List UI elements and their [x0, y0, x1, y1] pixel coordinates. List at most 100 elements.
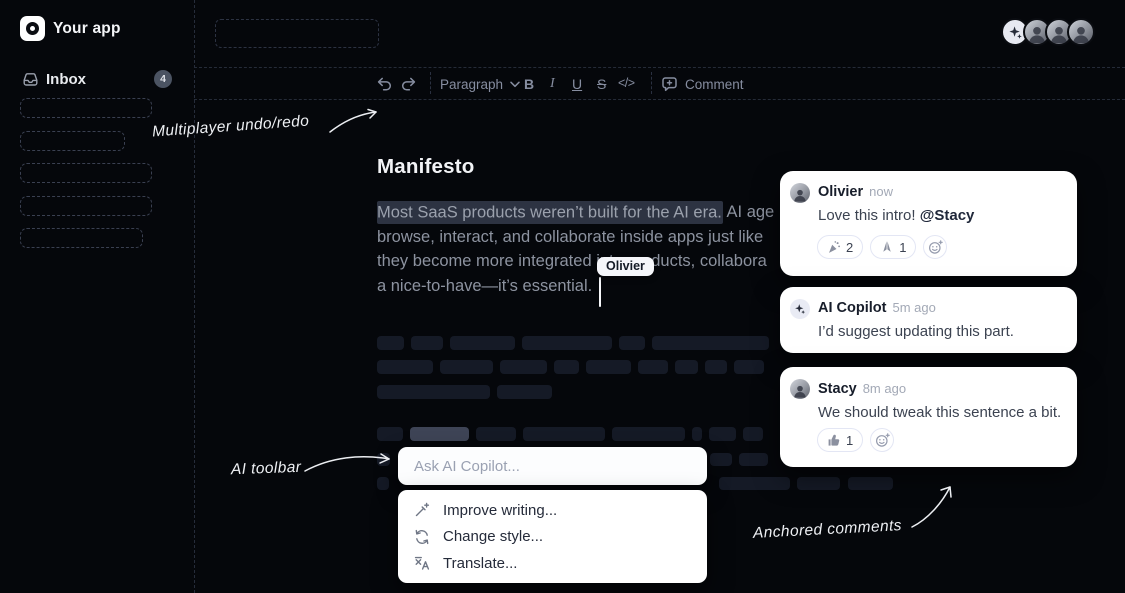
mention[interactable]: @Stacy: [920, 207, 975, 224]
menu-item-translate[interactable]: Translate...: [398, 550, 707, 577]
app-window: Your app Inbox 4 Paragraph B I U S </: [0, 0, 1125, 593]
inbox-count-badge: 4: [154, 70, 172, 88]
skeleton-text-row: [377, 427, 763, 441]
comment-author: Stacy: [818, 381, 857, 397]
annotation-ai-toolbar: AI toolbar: [231, 459, 302, 479]
reaction-count: 1: [846, 433, 853, 448]
comment-icon: [661, 76, 678, 92]
menu-item-label: Translate...: [443, 555, 517, 572]
user-avatar[interactable]: [1067, 18, 1095, 46]
paragraph-style-label: Paragraph: [440, 77, 503, 92]
paragraph-text: AI age: [723, 203, 774, 221]
paragraph-line: they become more integrated into product…: [377, 249, 780, 274]
bold-button[interactable]: B: [524, 76, 534, 92]
paragraph-style-dropdown[interactable]: Paragraph: [440, 77, 520, 92]
annotation-arrow: [303, 448, 395, 476]
sidebar-skeleton-item: [20, 228, 143, 248]
undo-icon: [376, 76, 393, 91]
annotation-arrow: [908, 483, 956, 529]
skeleton-text-row: [377, 385, 552, 399]
comment-author: AI Copilot: [818, 300, 886, 316]
user-avatar[interactable]: [1045, 18, 1073, 46]
comment-button-label: Comment: [685, 77, 744, 92]
italic-button[interactable]: I: [550, 76, 555, 92]
party-popper-icon: [827, 240, 841, 254]
italic-label: I: [550, 76, 555, 92]
underline-label: U: [572, 76, 582, 92]
menu-item-change-style[interactable]: Change style...: [398, 524, 707, 551]
comment-author: Olivier: [818, 184, 863, 200]
paragraph-line: browse, interact, and collaborate inside…: [377, 225, 780, 250]
sidebar-skeleton-item: [20, 163, 152, 183]
add-reaction-button[interactable]: [923, 235, 947, 259]
reaction-pill[interactable]: 2: [817, 235, 863, 259]
menu-item-improve-writing[interactable]: Improve writing...: [398, 497, 707, 524]
skeleton-text-block: [797, 477, 840, 490]
comment-timestamp: now: [869, 184, 893, 199]
app-title: Your app: [53, 20, 121, 38]
reaction-pill[interactable]: 1: [870, 235, 916, 259]
highlighted-sentence: Most SaaS products weren’t built for the…: [377, 201, 723, 224]
sidebar-divider: [194, 0, 195, 593]
skeleton-text-row: [377, 336, 769, 350]
skeleton-text-block: [377, 477, 389, 490]
thumbs-up-icon: [827, 433, 841, 447]
ai-copilot-comment-avatar: [790, 299, 810, 319]
sidebar-skeleton-item: [20, 98, 152, 118]
paragraph-line: Most SaaS products weren’t built for the…: [377, 200, 780, 225]
redo-button[interactable]: [400, 76, 417, 91]
translate-icon: [414, 555, 430, 571]
sidebar-skeleton-item: [20, 196, 152, 216]
comment-card[interactable]: Olivier now Love this intro! @Stacy 2 1: [780, 171, 1077, 276]
code-label: </>: [618, 76, 635, 90]
presence-avatar-stack: [1001, 18, 1095, 46]
annotation-anchored-comments: Anchored comments: [753, 517, 903, 543]
strikethrough-label: S: [597, 76, 606, 92]
commenter-avatar: [790, 379, 810, 399]
menu-item-label: Change style...: [443, 528, 543, 545]
page-title: Manifesto: [377, 155, 474, 179]
strikethrough-button[interactable]: S: [597, 76, 606, 92]
paragraph-line: a nice-to-have—it’s essential.: [377, 274, 780, 299]
app-logo: [20, 16, 45, 41]
skeleton-selected-text: [410, 427, 469, 441]
skeleton-text-block: [710, 453, 732, 466]
collaborator-cursor-label: Olivier: [597, 257, 654, 276]
folded-hands-icon: [880, 240, 894, 254]
reaction-count: 1: [899, 240, 906, 255]
underline-button[interactable]: U: [572, 76, 582, 92]
comment-button[interactable]: Comment: [661, 76, 744, 92]
comment-body: Love this intro! @Stacy: [818, 207, 974, 224]
skeleton-text-block: [719, 477, 790, 490]
annotation-undo-redo: Multiplayer undo/redo: [152, 113, 310, 142]
toolbar-bottom-border: [194, 99, 1125, 100]
commenter-avatar: [790, 183, 810, 203]
toolbar-divider: [651, 72, 652, 94]
code-button[interactable]: </>: [618, 76, 635, 90]
reaction-pill[interactable]: 1: [817, 428, 863, 452]
comment-card[interactable]: AI Copilot 5m ago I’d suggest updating t…: [780, 287, 1077, 353]
comment-body: I’d suggest updating this part.: [818, 323, 1014, 340]
sidebar-item-inbox[interactable]: Inbox 4: [22, 68, 172, 90]
toolbar-top-border: [194, 67, 1125, 68]
annotation-arrow: [328, 108, 382, 136]
undo-button[interactable]: [376, 76, 393, 91]
chevron-down-icon: [510, 81, 520, 88]
skeleton-text-block: [848, 477, 893, 490]
smiley-plus-icon: [875, 433, 890, 448]
inbox-label: Inbox: [46, 71, 86, 88]
comment-body: We should tweak this sentence a bit.: [818, 404, 1061, 421]
smiley-plus-icon: [928, 240, 943, 255]
user-avatar[interactable]: [1023, 18, 1051, 46]
redo-icon: [400, 76, 417, 91]
document-paragraph[interactable]: Most SaaS products weren’t built for the…: [377, 200, 780, 308]
skeleton-text-row: [377, 360, 764, 374]
add-reaction-button[interactable]: [870, 428, 894, 452]
comment-card[interactable]: Stacy 8m ago We should tweak this senten…: [780, 367, 1077, 467]
skeleton-text-block: [739, 453, 768, 466]
reaction-count: 2: [846, 240, 853, 255]
ask-ai-copilot-input[interactable]: [398, 447, 707, 485]
comment-text: Love this intro!: [818, 207, 920, 224]
logo-ring-icon: [26, 22, 39, 35]
refresh-icon: [414, 529, 430, 545]
